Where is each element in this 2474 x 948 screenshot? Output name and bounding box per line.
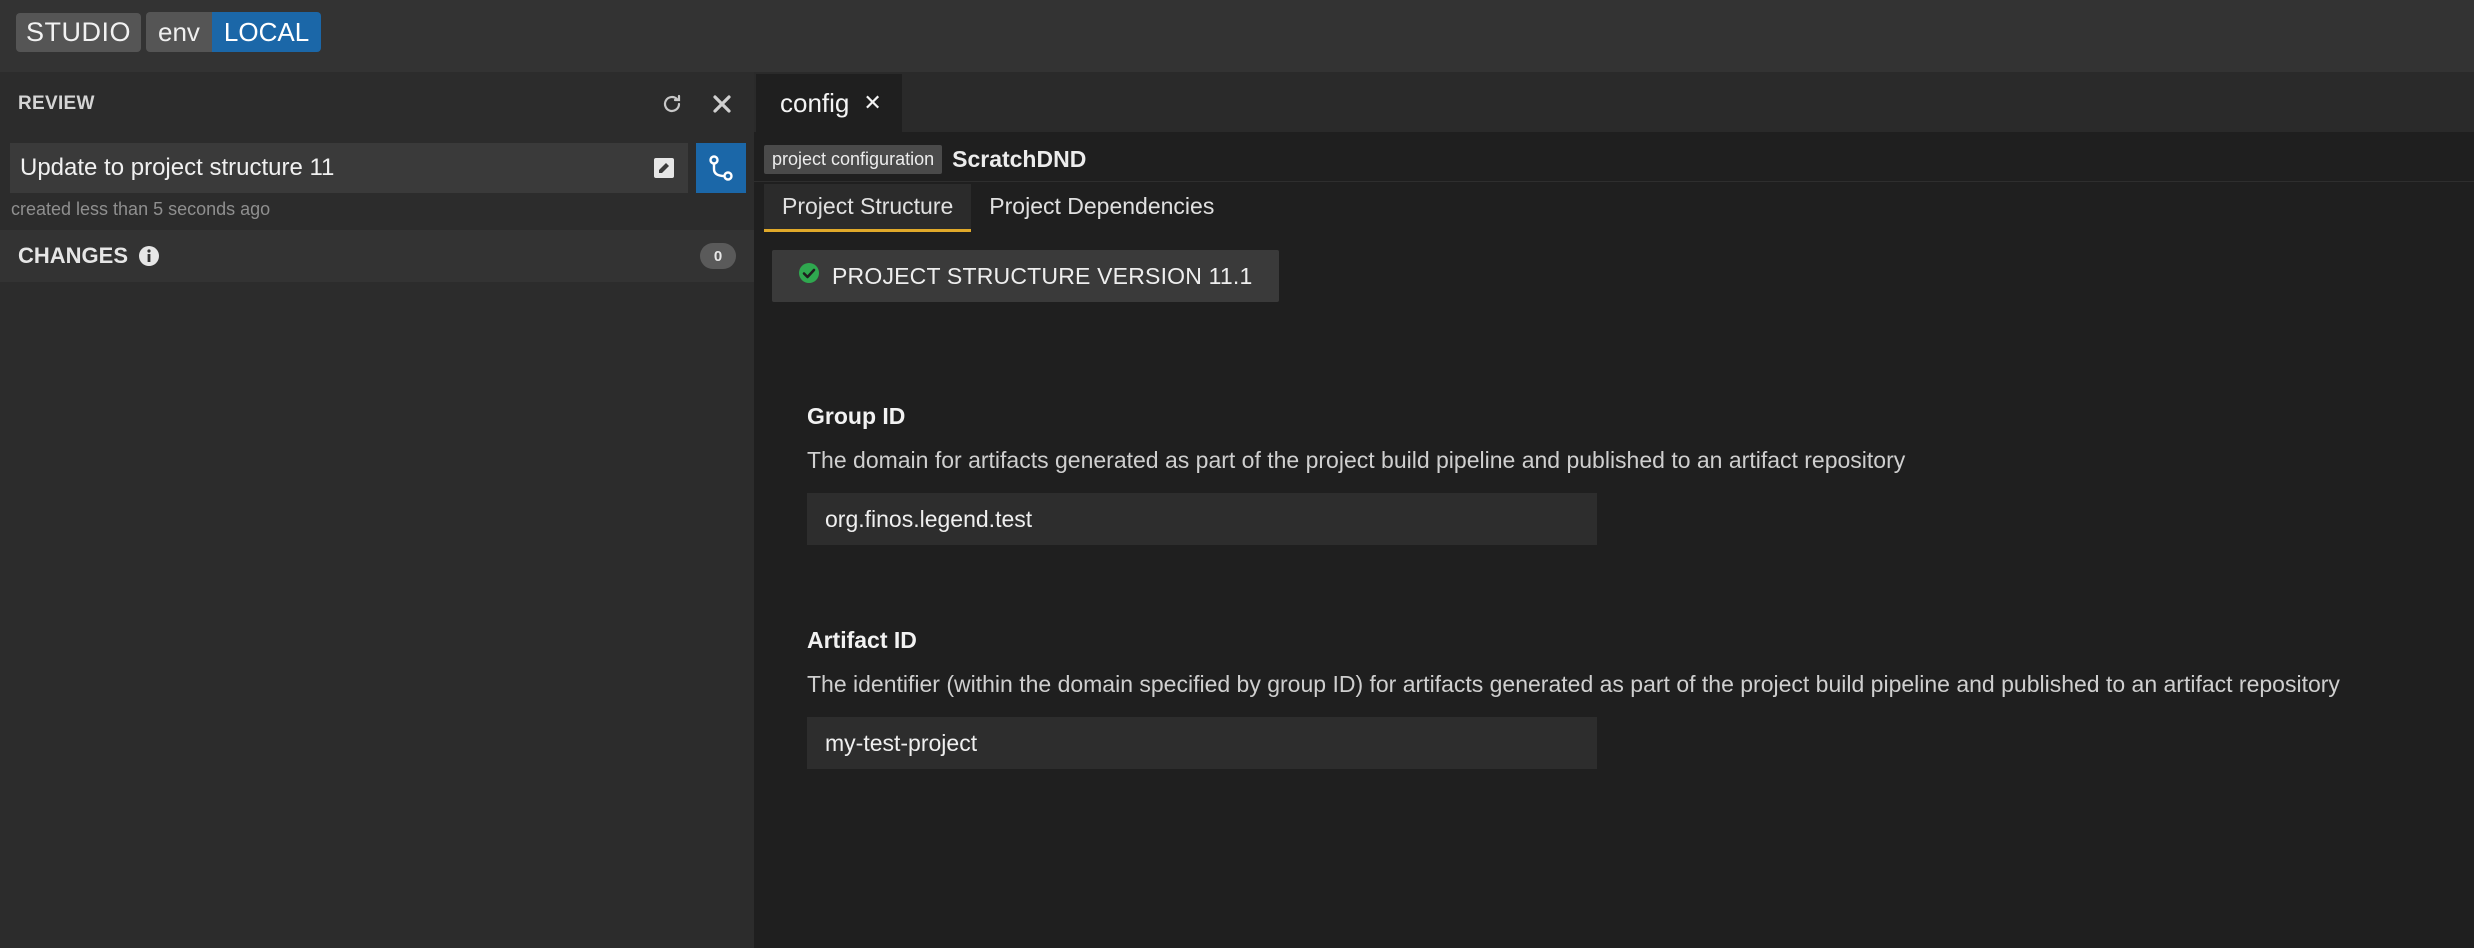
group-id-description: The domain for artifacts generated as pa… bbox=[807, 447, 1906, 473]
editor-area: config ✕ project configuration ScratchDN… bbox=[754, 72, 2474, 948]
artifact-id-input[interactable]: my-test-project bbox=[807, 717, 1597, 769]
changes-label: CHANGES bbox=[18, 243, 129, 268]
commit-review-button[interactable] bbox=[696, 143, 746, 193]
breadcrumb: project configuration ScratchDND bbox=[754, 138, 2474, 182]
artifact-id-description: The identifier (within the domain specif… bbox=[807, 671, 2340, 697]
version-text: PROJECT STRUCTURE VERSION 11.1 bbox=[832, 262, 1253, 289]
tab-close-icon[interactable]: ✕ bbox=[863, 90, 881, 116]
tab-project-dependencies[interactable]: Project Dependencies bbox=[971, 184, 1232, 232]
review-title-text: Update to project structure 11 bbox=[20, 154, 335, 181]
editor-tab-bar: config ✕ bbox=[754, 72, 2474, 132]
env-value: LOCAL bbox=[211, 12, 322, 52]
project-structure-version-badge: PROJECT STRUCTURE VERSION 11.1 bbox=[772, 250, 1279, 302]
refresh-icon[interactable] bbox=[654, 86, 690, 122]
breadcrumb-project-name: ScratchDND bbox=[952, 146, 1087, 172]
tab-config[interactable]: config ✕ bbox=[756, 74, 902, 132]
tab-project-structure[interactable]: Project Structure bbox=[764, 184, 972, 232]
artifact-id-label: Artifact ID bbox=[807, 627, 917, 653]
config-subtabs: Project Structure Project Dependencies bbox=[764, 184, 1232, 232]
info-icon[interactable] bbox=[138, 245, 160, 267]
app-name-badge[interactable]: STUDIO bbox=[16, 13, 142, 52]
changes-count-badge: 0 bbox=[700, 243, 736, 269]
edit-icon[interactable] bbox=[648, 152, 680, 184]
changes-section-header[interactable]: CHANGES 0 bbox=[0, 230, 754, 282]
tab-config-label: config bbox=[780, 87, 850, 118]
review-title-field[interactable]: Update to project structure 11 bbox=[10, 143, 688, 193]
group-id-input[interactable]: org.finos.legend.test bbox=[807, 493, 1597, 545]
close-icon[interactable] bbox=[704, 86, 740, 122]
group-id-label: Group ID bbox=[807, 403, 906, 429]
review-panel: REVIEW Update to project structure 11 cr… bbox=[0, 72, 754, 948]
env-key: env bbox=[146, 12, 212, 52]
review-created-time: created less than 5 seconds ago bbox=[11, 199, 271, 219]
review-panel-header: REVIEW bbox=[0, 72, 754, 136]
top-bar: STUDIO env LOCAL bbox=[0, 0, 2474, 72]
review-panel-title: REVIEW bbox=[18, 93, 95, 114]
environment-badge: env LOCAL bbox=[146, 12, 322, 52]
check-circle-icon bbox=[798, 262, 820, 290]
breadcrumb-type-tag: project configuration bbox=[764, 145, 943, 174]
